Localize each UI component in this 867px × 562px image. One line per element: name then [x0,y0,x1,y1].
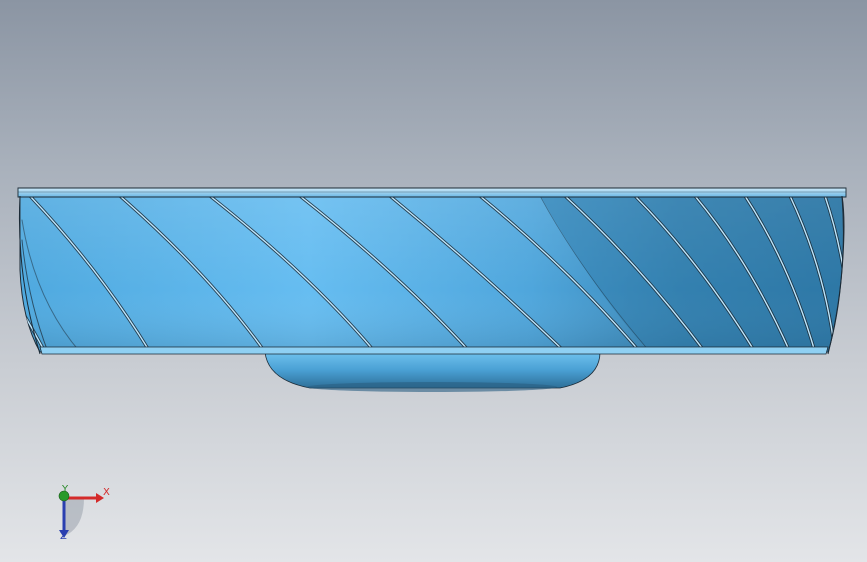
bottom-rim [39,346,829,355]
top-rim [17,187,847,198]
reference-triad-icon: X Y Z [44,480,124,550]
z-axis-label: Z [60,531,67,542]
graphics-viewport[interactable]: X Y Z [0,0,867,562]
y-axis-label: Y [62,484,69,495]
impeller-model-icon[interactable] [0,0,867,562]
x-axis-label: X [103,487,110,498]
